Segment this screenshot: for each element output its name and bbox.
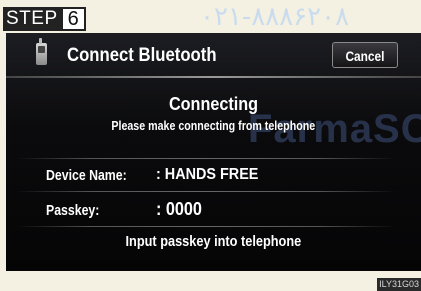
status-message-text: Please make connecting from telephone: [111, 118, 316, 133]
status-title-text: Connecting: [168, 94, 259, 114]
instruction-text: Input passkey into telephone: [125, 233, 302, 250]
passkey-label-text: Passkey:: [46, 202, 100, 219]
row-divider: [16, 158, 396, 159]
passkey-value: : 0000: [156, 199, 207, 220]
row-divider: [16, 226, 396, 227]
image-code: ILY31G03: [377, 278, 421, 291]
cancel-button-label: Cancel: [345, 48, 385, 64]
device-name-label: Device Name:: [46, 167, 144, 184]
device-name-value-text: : HANDS FREE: [156, 166, 259, 183]
step-label: STEP: [3, 7, 61, 31]
cancel-button[interactable]: Cancel: [332, 42, 398, 68]
step-number: 6: [60, 7, 86, 31]
step-badge: STEP 6: [3, 7, 86, 31]
passkey-value-text: : 0000: [156, 199, 202, 219]
row-divider: [16, 191, 396, 192]
instruction: Input passkey into telephone: [6, 233, 421, 250]
device-name-label-text: Device Name:: [46, 167, 127, 184]
passkey-label: Passkey:: [46, 202, 111, 219]
device-name-value: : HANDS FREE: [156, 166, 270, 184]
header-divider: [6, 76, 421, 78]
screen-title: Connect Bluetooth: [67, 45, 217, 66]
mobile-phone-icon: [36, 38, 47, 65]
status-title: Connecting: [6, 94, 421, 115]
bluetooth-screen: Connect Bluetooth Cancel FarmaSC Connect…: [6, 33, 421, 271]
status-message: Please make connecting from telephone: [6, 118, 421, 133]
overlay-phone-number: ۰۲۱-۸۸۸۶۲۰۸: [200, 2, 350, 32]
